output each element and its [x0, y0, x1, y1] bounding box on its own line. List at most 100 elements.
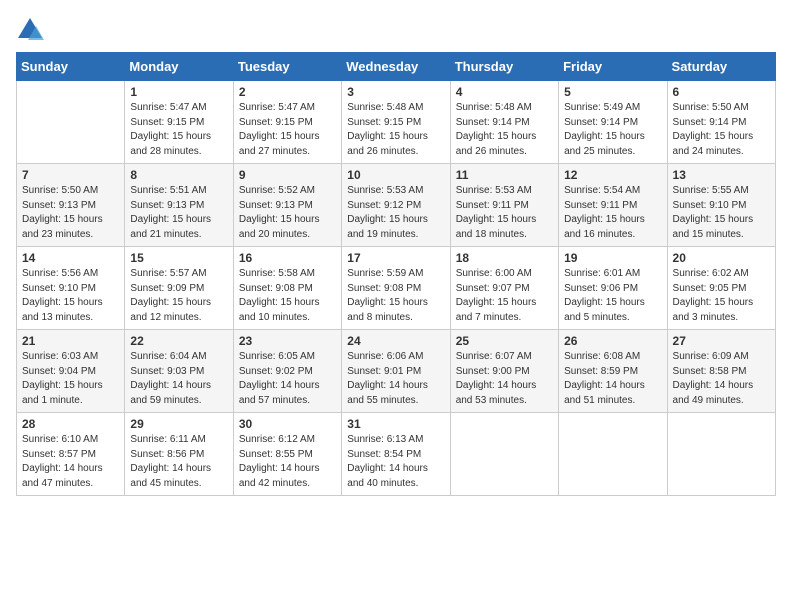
day-number: 17: [347, 251, 444, 265]
day-cell: 28 Sunrise: 6:10 AM Sunset: 8:57 PM Dayli…: [17, 413, 125, 496]
day-info: Sunrise: 6:03 AM Sunset: 9:04 PM Dayligh…: [22, 350, 119, 408]
day-cell: 24Sunrise: 6:06 AM Sunset: 9:01 PM Dayli…: [342, 330, 450, 413]
weekday-header-saturday: Saturday: [667, 53, 775, 81]
day-number: 8: [130, 168, 227, 182]
day-cell: 6Sunrise: 5:50 AM Sunset: 9:14 PM Daylig…: [667, 81, 775, 164]
day-info: Sunrise: 5:47 AM Sunset: 9:15 PM Dayligh…: [130, 101, 227, 159]
day-info: Sunrise: 5:47 AM Sunset: 9:15 PM Dayligh…: [239, 101, 336, 159]
day-info: Sunrise: 5:54 AM Sunset: 9:11 PM Dayligh…: [564, 184, 661, 242]
day-cell: 25 Sunrise: 6:07 AM Sunset: 9:00 PM Dayli…: [450, 330, 558, 413]
day-cell: 14 Sunrise: 5:56 AM Sunset: 9:10 PM Dayli…: [17, 247, 125, 330]
weekday-header-tuesday: Tuesday: [233, 53, 341, 81]
day-info: Sunrise: 6:12 AM Sunset: 8:55 PM Dayligh…: [239, 433, 336, 491]
day-cell: 23Sunrise: 6:05 AM Sunset: 9:02 PM Dayli…: [233, 330, 341, 413]
day-number: 2: [239, 85, 336, 99]
page-header: [16, 16, 776, 44]
day-info: Sunrise: 5:53 AM Sunset: 9:11 PM Dayligh…: [456, 184, 553, 242]
day-info: Sunrise: 5:51 AM Sunset: 9:13 PM Dayligh…: [130, 184, 227, 242]
day-number: 25: [456, 334, 553, 348]
day-info: Sunrise: 5:59 AM Sunset: 9:08 PM Dayligh…: [347, 267, 444, 325]
day-cell: [450, 413, 558, 496]
day-number: 10: [347, 168, 444, 182]
day-cell: 20 Sunrise: 6:02 AM Sunset: 9:05 PM Dayli…: [667, 247, 775, 330]
day-cell: 16Sunrise: 5:58 AM Sunset: 9:08 PM Dayli…: [233, 247, 341, 330]
day-number: 18: [456, 251, 553, 265]
day-number: 15: [130, 251, 227, 265]
day-number: 21: [22, 334, 119, 348]
day-cell: [559, 413, 667, 496]
logo-icon: [16, 16, 44, 44]
day-cell: 3Sunrise: 5:48 AM Sunset: 9:15 PM Daylig…: [342, 81, 450, 164]
day-cell: 17 Sunrise: 5:59 AM Sunset: 9:08 PM Dayli…: [342, 247, 450, 330]
calendar-table: SundayMondayTuesdayWednesdayThursdayFrid…: [16, 52, 776, 496]
day-info: Sunrise: 6:07 AM Sunset: 9:00 PM Dayligh…: [456, 350, 553, 408]
logo: [16, 16, 48, 44]
day-cell: [667, 413, 775, 496]
weekday-header-monday: Monday: [125, 53, 233, 81]
week-row-2: 7 Sunrise: 5:50 AM Sunset: 9:13 PM Daylig…: [17, 164, 776, 247]
day-cell: 21 Sunrise: 6:03 AM Sunset: 9:04 PM Dayli…: [17, 330, 125, 413]
day-info: Sunrise: 6:01 AM Sunset: 9:06 PM Dayligh…: [564, 267, 661, 325]
day-cell: 30 Sunrise: 6:12 AM Sunset: 8:55 PM Dayli…: [233, 413, 341, 496]
day-number: 30: [239, 417, 336, 431]
day-info: Sunrise: 6:13 AM Sunset: 8:54 PM Dayligh…: [347, 433, 444, 491]
day-info: Sunrise: 6:02 AM Sunset: 9:05 PM Dayligh…: [673, 267, 770, 325]
day-cell: 31Sunrise: 6:13 AM Sunset: 8:54 PM Dayli…: [342, 413, 450, 496]
weekday-header-row: SundayMondayTuesdayWednesdayThursdayFrid…: [17, 53, 776, 81]
weekday-header-friday: Friday: [559, 53, 667, 81]
day-cell: 5 Sunrise: 5:49 AM Sunset: 9:14 PM Daylig…: [559, 81, 667, 164]
day-cell: 4Sunrise: 5:48 AM Sunset: 9:14 PM Daylig…: [450, 81, 558, 164]
day-cell: 27 Sunrise: 6:09 AM Sunset: 8:58 PM Dayli…: [667, 330, 775, 413]
day-info: Sunrise: 5:52 AM Sunset: 9:13 PM Dayligh…: [239, 184, 336, 242]
day-number: 26: [564, 334, 661, 348]
day-cell: 2 Sunrise: 5:47 AM Sunset: 9:15 PM Daylig…: [233, 81, 341, 164]
day-cell: 12 Sunrise: 5:54 AM Sunset: 9:11 PM Dayli…: [559, 164, 667, 247]
day-cell: 10Sunrise: 5:53 AM Sunset: 9:12 PM Dayli…: [342, 164, 450, 247]
weekday-header-thursday: Thursday: [450, 53, 558, 81]
day-number: 9: [239, 168, 336, 182]
day-info: Sunrise: 6:00 AM Sunset: 9:07 PM Dayligh…: [456, 267, 553, 325]
day-info: Sunrise: 6:11 AM Sunset: 8:56 PM Dayligh…: [130, 433, 227, 491]
day-info: Sunrise: 6:08 AM Sunset: 8:59 PM Dayligh…: [564, 350, 661, 408]
day-cell: 13 Sunrise: 5:55 AM Sunset: 9:10 PM Dayli…: [667, 164, 775, 247]
day-cell: 7 Sunrise: 5:50 AM Sunset: 9:13 PM Daylig…: [17, 164, 125, 247]
week-row-1: 1 Sunrise: 5:47 AM Sunset: 9:15 PM Daylig…: [17, 81, 776, 164]
day-info: Sunrise: 5:50 AM Sunset: 9:14 PM Dayligh…: [673, 101, 770, 159]
week-row-5: 28 Sunrise: 6:10 AM Sunset: 8:57 PM Dayli…: [17, 413, 776, 496]
day-info: Sunrise: 6:09 AM Sunset: 8:58 PM Dayligh…: [673, 350, 770, 408]
day-info: Sunrise: 5:49 AM Sunset: 9:14 PM Dayligh…: [564, 101, 661, 159]
weekday-header-sunday: Sunday: [17, 53, 125, 81]
day-info: Sunrise: 5:48 AM Sunset: 9:15 PM Dayligh…: [347, 101, 444, 159]
day-number: 29: [130, 417, 227, 431]
day-cell: 11Sunrise: 5:53 AM Sunset: 9:11 PM Dayli…: [450, 164, 558, 247]
day-number: 13: [673, 168, 770, 182]
day-info: Sunrise: 6:10 AM Sunset: 8:57 PM Dayligh…: [22, 433, 119, 491]
day-number: 7: [22, 168, 119, 182]
day-info: Sunrise: 5:57 AM Sunset: 9:09 PM Dayligh…: [130, 267, 227, 325]
day-info: Sunrise: 5:56 AM Sunset: 9:10 PM Dayligh…: [22, 267, 119, 325]
day-cell: 22 Sunrise: 6:04 AM Sunset: 9:03 PM Dayli…: [125, 330, 233, 413]
day-info: Sunrise: 5:55 AM Sunset: 9:10 PM Dayligh…: [673, 184, 770, 242]
day-cell: [17, 81, 125, 164]
day-cell: 18 Sunrise: 6:00 AM Sunset: 9:07 PM Dayli…: [450, 247, 558, 330]
day-number: 16: [239, 251, 336, 265]
day-cell: 29 Sunrise: 6:11 AM Sunset: 8:56 PM Dayli…: [125, 413, 233, 496]
day-info: Sunrise: 5:50 AM Sunset: 9:13 PM Dayligh…: [22, 184, 119, 242]
day-number: 14: [22, 251, 119, 265]
day-cell: 1 Sunrise: 5:47 AM Sunset: 9:15 PM Daylig…: [125, 81, 233, 164]
day-number: 12: [564, 168, 661, 182]
week-row-3: 14 Sunrise: 5:56 AM Sunset: 9:10 PM Dayli…: [17, 247, 776, 330]
day-number: 5: [564, 85, 661, 99]
day-info: Sunrise: 6:06 AM Sunset: 9:01 PM Dayligh…: [347, 350, 444, 408]
day-number: 28: [22, 417, 119, 431]
day-number: 27: [673, 334, 770, 348]
day-number: 1: [130, 85, 227, 99]
day-cell: 8 Sunrise: 5:51 AM Sunset: 9:13 PM Daylig…: [125, 164, 233, 247]
day-info: Sunrise: 5:48 AM Sunset: 9:14 PM Dayligh…: [456, 101, 553, 159]
day-cell: 9 Sunrise: 5:52 AM Sunset: 9:13 PM Daylig…: [233, 164, 341, 247]
day-number: 22: [130, 334, 227, 348]
week-row-4: 21 Sunrise: 6:03 AM Sunset: 9:04 PM Dayli…: [17, 330, 776, 413]
day-info: Sunrise: 6:04 AM Sunset: 9:03 PM Dayligh…: [130, 350, 227, 408]
day-info: Sunrise: 6:05 AM Sunset: 9:02 PM Dayligh…: [239, 350, 336, 408]
day-number: 20: [673, 251, 770, 265]
